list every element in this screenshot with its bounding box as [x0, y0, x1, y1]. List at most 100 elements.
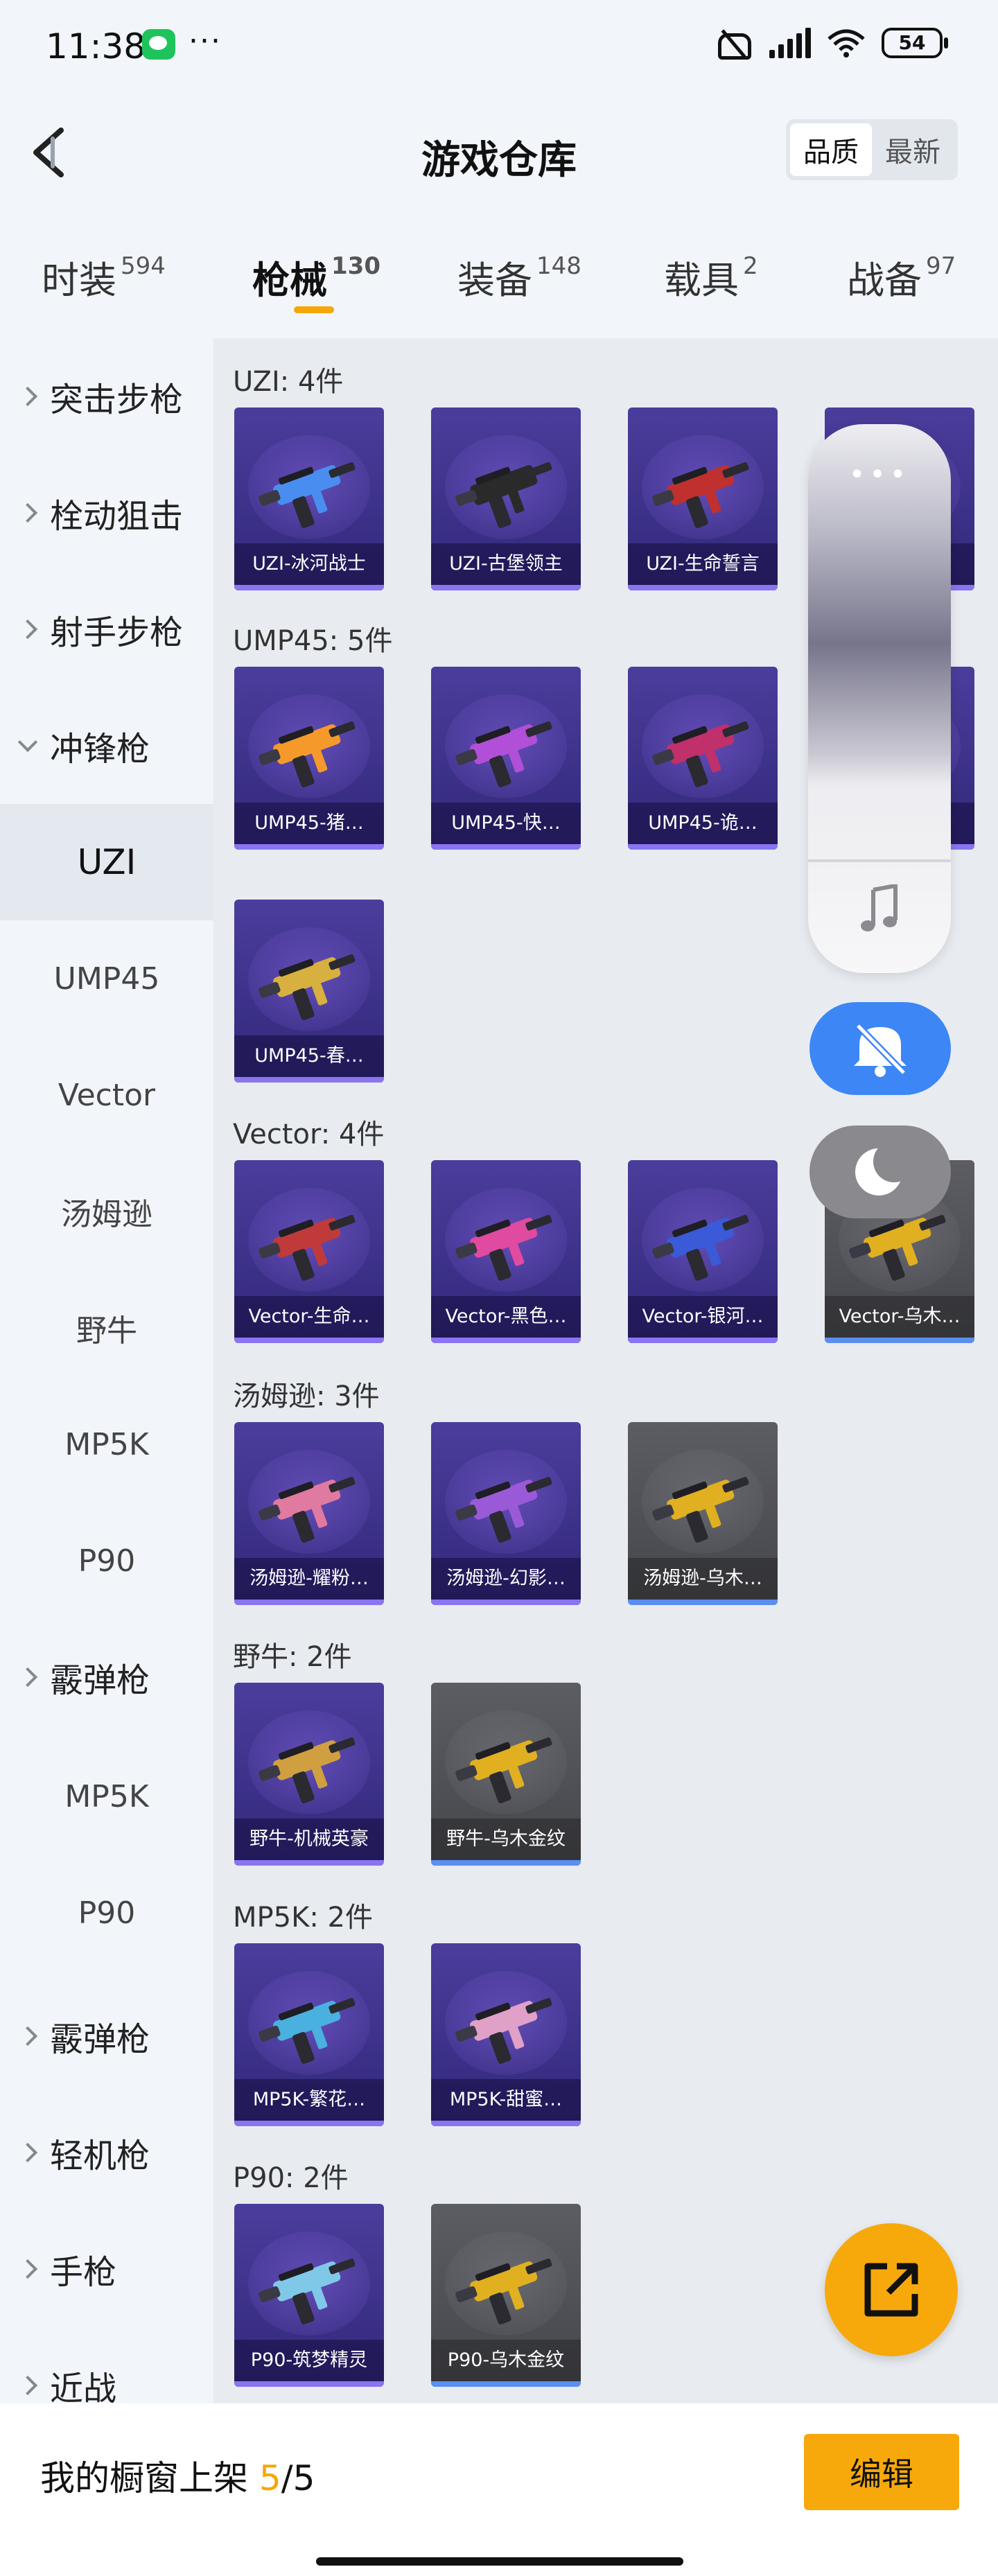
sidebar-item-label: 突击步枪 [50, 380, 184, 419]
tab-equipment[interactable]: 装备 148 [457, 249, 581, 304]
tab-vehicles[interactable]: 载具 2 [664, 249, 758, 304]
edit-button[interactable]: 编辑 [804, 2434, 959, 2510]
weapon-card[interactable]: UZI-冰河战士 [234, 408, 384, 590]
weapon-image [455, 1998, 552, 2064]
sidebar-item[interactable]: P90 [0, 1855, 213, 1971]
weapon-card[interactable]: P90-乌木金纹 [431, 2204, 581, 2387]
floating-window-panel[interactable]: ••• [808, 424, 951, 973]
sidebar-item-label: MP5K [64, 1426, 149, 1462]
weapon-card[interactable]: UZI-生命誓言 [628, 408, 778, 590]
weapon-image [259, 462, 356, 528]
sidebar-item[interactable]: 手枪 [0, 2211, 213, 2327]
rarity-bar [825, 1338, 974, 1343]
weapon-card[interactable]: UMP45-快… [431, 667, 581, 850]
sidebar-item[interactable]: 栓动狙击 [0, 455, 213, 571]
rarity-bar [431, 2381, 581, 2387]
sidebar-item[interactable]: 野牛 [0, 1270, 213, 1386]
sidebar-item[interactable]: 轻机枪 [0, 2094, 213, 2211]
sort-toggle[interactable]: 品质 最新 [786, 119, 958, 180]
panel-divider [808, 859, 951, 862]
tab-firearms[interactable]: 枪械 130 [252, 249, 380, 304]
weapon-name: Vector-黑色… [431, 1296, 581, 1338]
weapon-card[interactable]: MP5K-繁花… [234, 1943, 384, 2126]
weapon-card[interactable]: MP5K-甜蜜… [431, 1943, 581, 2126]
sidebar-item[interactable]: MP5K [0, 1738, 213, 1855]
showcase-separator: / [281, 2458, 293, 2498]
sidebar-item[interactable]: UZI [0, 804, 213, 920]
weapon-card[interactable]: 汤姆逊-耀粉… [234, 1422, 384, 1605]
music-icon[interactable] [859, 884, 901, 934]
weapon-card[interactable]: 野牛-机械英豪 [234, 1683, 384, 1866]
weapon-name: P90-筑梦精灵 [234, 2340, 384, 2381]
weapon-image [455, 1477, 552, 1543]
weapon-name: MP5K-繁花… [234, 2079, 384, 2121]
sidebar-item-label: 冲锋枪 [50, 730, 150, 769]
rarity-bar [431, 585, 581, 590]
sidebar-item-label: 手枪 [50, 2253, 117, 2292]
sort-by-newest-button[interactable]: 最新 [872, 123, 954, 176]
weapon-name: UZI-生命誓言 [628, 543, 778, 585]
bottom-bar: 我的橱窗上架 5/5 编辑 [0, 2403, 998, 2576]
rarity-bar [234, 1338, 384, 1343]
sidebar-item[interactable]: 霰弹枪 [0, 1978, 213, 2094]
weapon-card[interactable]: Vector-黑色… [431, 1160, 581, 1343]
sidebar-item[interactable]: UMP45 [0, 920, 213, 1037]
weapon-name: UMP45-快… [431, 803, 581, 844]
weapon-image [652, 1477, 749, 1543]
rarity-bar [431, 1860, 581, 1866]
weapon-card[interactable]: P90-筑梦精灵 [234, 2204, 384, 2387]
chevron-right-icon [17, 502, 38, 523]
weapon-card[interactable]: Vector-银河… [628, 1160, 778, 1343]
weapon-name: UZI-古堡领主 [431, 543, 581, 585]
sidebar-item[interactable]: 霰弹枪 [0, 1619, 213, 1735]
sidebar-item[interactable]: 突击步枪 [0, 338, 213, 455]
weapon-name: Vector-银河… [628, 1296, 778, 1338]
rarity-bar [234, 585, 384, 590]
weapon-card[interactable]: UZI-古堡领主 [431, 408, 581, 590]
weapon-card[interactable]: UMP45-猪… [234, 667, 384, 850]
weapon-name: 汤姆逊-乌木… [628, 1558, 778, 1600]
weapon-name: MP5K-甜蜜… [431, 2079, 581, 2121]
sidebar-item-label: Vector [58, 1077, 156, 1113]
weapon-name: UZI-冰河战士 [234, 543, 384, 585]
sidebar-item-label: 射手步枪 [50, 613, 184, 652]
chevron-right-icon [17, 2259, 38, 2279]
rarity-bar [234, 2121, 384, 2126]
moon-icon [855, 1141, 915, 1195]
weapon-image [455, 462, 552, 528]
weapon-card[interactable]: UMP45-春… [234, 900, 384, 1083]
category-tabs: 时装 594 枪械 130 装备 148 载具 2 战备 97 [0, 236, 998, 326]
mute-bell-icon [854, 1023, 907, 1077]
sidebar-item[interactable]: Vector [0, 1037, 213, 1153]
sidebar-item[interactable]: 冲锋枪 [0, 687, 213, 804]
sidebar-item[interactable]: 汤姆逊 [0, 1153, 213, 1270]
more-icon[interactable]: ••• [808, 459, 951, 491]
weapon-name: UMP45-春… [234, 1035, 384, 1077]
sidebar-item[interactable]: MP5K [0, 1386, 213, 1502]
tab-combat-supplies[interactable]: 战备 97 [847, 249, 956, 304]
tab-fashion[interactable]: 时装 594 [42, 249, 166, 304]
mute-bell-button[interactable] [809, 1002, 951, 1095]
weapon-image [455, 1215, 552, 1281]
weapon-card[interactable]: 野牛-乌木金纹 [431, 1683, 581, 1866]
sidebar-item[interactable]: 射手步枪 [0, 571, 213, 687]
home-indicator[interactable] [316, 2557, 683, 2566]
weapon-card[interactable]: UMP45-诡… [628, 667, 778, 850]
rarity-bar [628, 844, 778, 850]
weapon-card[interactable]: 汤姆逊-幻影… [431, 1422, 581, 1605]
rarity-bar [628, 585, 778, 590]
weapon-card[interactable]: 汤姆逊-乌木… [628, 1422, 778, 1605]
status-bar: 11:38 ··· 54 [0, 0, 998, 90]
sidebar-item-label: P90 [78, 1895, 136, 1931]
sort-by-quality-button[interactable]: 品质 [790, 123, 872, 176]
weapon-card[interactable]: Vector-生命… [234, 1160, 384, 1343]
chevron-right-icon [17, 2375, 38, 2396]
weapon-image [259, 1215, 356, 1281]
signal-icon [769, 28, 811, 58]
chevron-down-icon [17, 732, 38, 753]
dark-mode-button[interactable] [809, 1125, 951, 1218]
share-button[interactable] [825, 2223, 958, 2356]
weapon-image [259, 1998, 356, 2064]
sidebar-item[interactable]: P90 [0, 1502, 213, 1619]
sidebar-item-label: P90 [78, 1543, 136, 1579]
